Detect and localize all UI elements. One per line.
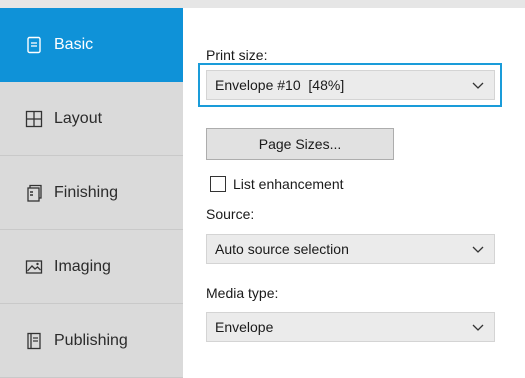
print-size-select[interactable]: Envelope #10 [48%] — [206, 70, 495, 100]
print-size-label: Print size: — [206, 47, 268, 63]
page-sizes-button[interactable]: Page Sizes... — [206, 128, 394, 160]
media-type-label: Media type: — [206, 285, 279, 301]
source-label: Source: — [206, 206, 255, 222]
sidebar-item-imaging[interactable]: Imaging — [0, 230, 183, 304]
chevron-down-icon — [472, 324, 484, 331]
media-type-select[interactable]: Envelope — [206, 312, 495, 342]
chevron-down-icon — [472, 82, 484, 89]
source-value: Auto source selection — [215, 241, 349, 257]
sidebar: Basic Layout Finishing Imaging Publishin… — [0, 8, 183, 378]
sidebar-item-layout[interactable]: Layout — [0, 82, 183, 156]
media-type-value: Envelope — [215, 319, 274, 335]
sidebar-item-label: Imaging — [54, 257, 111, 275]
document-icon — [24, 35, 44, 55]
sidebar-item-basic[interactable]: Basic — [0, 8, 183, 82]
list-enhancement-row: List enhancement — [210, 176, 344, 192]
sidebar-item-label: Publishing — [54, 331, 128, 349]
sidebar-item-label: Finishing — [54, 183, 119, 201]
image-icon — [24, 257, 44, 277]
sidebar-item-finishing[interactable]: Finishing — [0, 156, 183, 230]
sidebar-item-publishing[interactable]: Publishing — [0, 304, 183, 378]
print-size-value: Envelope #10 [48%] — [215, 77, 345, 93]
top-strip — [0, 0, 525, 8]
book-icon — [24, 331, 44, 351]
list-enhancement-label: List enhancement — [233, 176, 344, 192]
sidebar-item-label: Basic — [54, 35, 94, 53]
sidebar-item-label: Layout — [54, 109, 103, 127]
source-select[interactable]: Auto source selection — [206, 234, 495, 264]
list-enhancement-checkbox[interactable] — [210, 176, 226, 192]
chevron-down-icon — [472, 246, 484, 253]
stapled-pages-icon — [24, 183, 44, 203]
grid-icon — [24, 109, 44, 129]
basic-settings-panel: Print size: Envelope #10 [48%] Page Size… — [183, 8, 525, 363]
